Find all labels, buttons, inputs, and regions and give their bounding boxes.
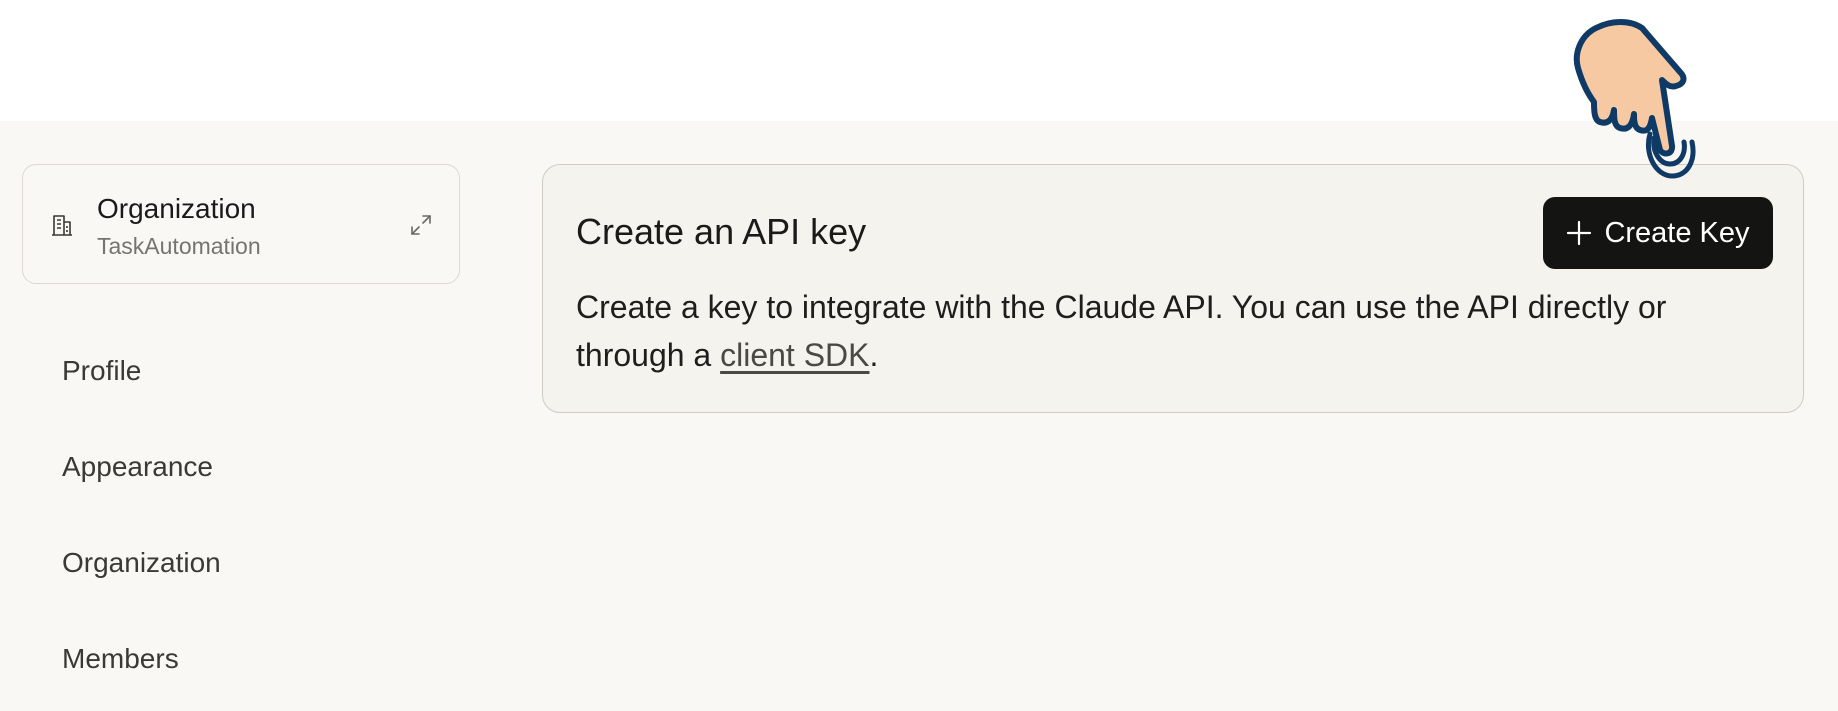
expand-icon[interactable] <box>409 213 433 237</box>
top-bar <box>0 0 1838 121</box>
create-key-button[interactable]: Create Key <box>1543 197 1773 269</box>
organization-switcher-name: TaskAutomation <box>97 233 261 259</box>
sidebar-item-organization[interactable]: Organization <box>62 547 221 579</box>
card-description: Create a key to integrate with the Claud… <box>576 283 1756 379</box>
organization-switcher-title: Organization <box>97 193 256 224</box>
sidebar-item-members[interactable]: Members <box>62 643 179 675</box>
sidebar-item-profile[interactable]: Profile <box>62 355 141 387</box>
organization-switcher[interactable]: Organization TaskAutomation <box>22 164 460 284</box>
plus-icon <box>1567 220 1592 246</box>
card-title: Create an API key <box>576 211 867 252</box>
create-key-button-label: Create Key <box>1604 216 1750 249</box>
create-api-key-card: Create an API key Create Key Create a ke… <box>542 164 1804 413</box>
hand-pointer-icon <box>1573 19 1696 179</box>
sidebar-item-appearance[interactable]: Appearance <box>62 451 213 483</box>
settings-page: Organization TaskAutomation Profile Appe… <box>0 0 1838 711</box>
card-description-end: . <box>869 337 879 373</box>
client-sdk-link[interactable]: client SDK <box>720 337 869 373</box>
building-icon <box>52 215 72 236</box>
